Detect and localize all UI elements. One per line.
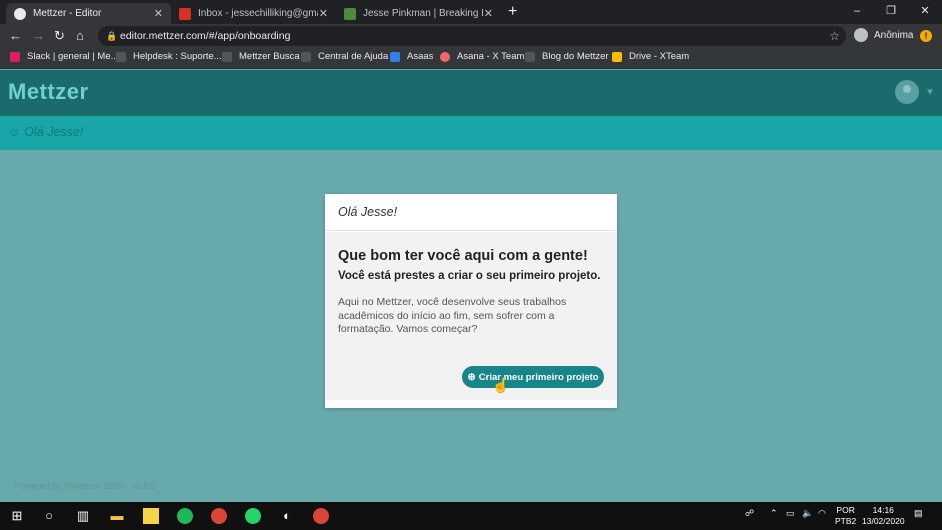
maximize-button[interactable]: ❐ [874,0,908,24]
bookmark-label: Blog do Mettzer [542,51,609,62]
onboarding-card: Olá Jesse! Que bom ter você aqui com a g… [325,194,617,408]
card-subtitle: Você está prestes a criar o seu primeiro… [338,270,601,282]
asaas-icon [390,51,400,62]
sticky-notes-icon[interactable] [143,508,159,524]
tab-title: Inbox - jessechilliking@gmail.com [198,8,318,19]
page-icon [116,51,126,62]
bookmark-label: Asaas [407,51,434,62]
card-description: Aqui no Mettzer, você desenvolve seus tr… [338,296,567,335]
close-window-button[interactable]: ✕ [908,0,942,24]
bookmark-label: Slack | general | Me... [27,51,119,62]
task-view-icon[interactable]: ▥ [75,508,91,524]
bookmark-label: Mettzer Busca [239,51,300,62]
bookmark-asaas[interactable]: Asaas [390,51,433,62]
page-icon [301,51,311,62]
profile-label: Anônima [874,29,914,41]
tab-breaking-bad-wiki[interactable]: Jesse Pinkman | Breaking Bad Wiki ✕ [336,3,501,24]
gmail-icon [179,7,191,20]
chrome-profile-icon[interactable] [211,508,227,524]
new-tab-button[interactable]: + [508,3,517,21]
card-body: Que bom ter você aqui com a gente! Você … [325,232,617,400]
close-tab-icon[interactable]: ✕ [154,7,163,20]
mettzer-logo[interactable]: Mettzer [8,79,89,105]
bookmark-blog[interactable]: Blog do Mettzer [525,51,609,62]
back-arrow-icon[interactable]: ← [9,28,22,44]
bookmark-helpdesk[interactable]: Helpdesk : Suporte... [116,51,222,62]
windows-start-icon[interactable]: ⊞ [9,508,25,524]
bookmarks-bar: Slack | general | Me... Helpdesk : Supor… [0,48,942,69]
system-clock[interactable]: 14:16 13/02/2020 [862,505,905,527]
slack-icon [10,51,20,62]
page-icon [222,51,232,62]
page-icon [525,51,535,62]
language-code: POR [836,505,855,515]
greeting-text: Olá Jesse! [24,125,84,139]
hand-cursor-icon: ☝ [492,377,510,393]
tab-title: Jesse Pinkman | Breaking Bad Wiki [363,8,483,19]
bookmark-mettzer-busca[interactable]: Mettzer Busca [222,51,300,62]
bookmark-central-ajuda[interactable]: Central de Ajuda [301,51,388,62]
bookmark-label: Asana - X Team [457,51,525,62]
profile-button[interactable]: Anônima [854,28,913,42]
chevron-down-icon[interactable]: ▼ [925,87,935,98]
app-icon[interactable]: ◐ [279,508,295,524]
incognito-icon [854,28,868,42]
home-icon[interactable]: ⌂ [76,28,84,44]
forward-arrow-icon[interactable]: → [32,28,45,44]
wiki-icon [344,7,356,20]
greeting-bar: ☺ Olá Jesse! [0,116,942,150]
chrome-icon[interactable] [313,508,329,524]
spotify-icon[interactable] [177,508,193,524]
address-bar[interactable]: 🔒 editor.mettzer.com/#/app/onboarding ☆ [98,26,846,46]
card-header: Olá Jesse! [325,194,617,231]
whatsapp-icon[interactable] [245,508,261,524]
url-text: editor.mettzer.com/#/app/onboarding [120,30,291,42]
globe-icon [14,7,26,20]
tab-inbox[interactable]: Inbox - jessechilliking@gmail.com ✕ [171,3,336,24]
battery-icon[interactable]: ▭ [786,508,795,519]
update-alert-icon[interactable]: ! [920,30,932,42]
app-header: Mettzer [0,70,942,116]
bookmark-star-icon[interactable]: ☆ [829,26,840,46]
chevron-up-icon[interactable]: ⌃ [770,508,778,519]
reload-icon[interactable]: ↻ [54,28,65,44]
user-avatar[interactable] [895,80,919,104]
notifications-icon[interactable]: ▤ [914,508,923,519]
bookmark-label: Helpdesk : Suporte... [133,51,222,62]
keyboard-layout: PTB2 [835,516,857,526]
wifi-icon[interactable]: ◠ [818,508,826,519]
drive-icon [612,51,622,62]
browser-tab-strip: Mettzer - Editor ✕ Inbox - jessechilliki… [0,0,942,24]
bookmark-asana[interactable]: Asana - X Team [440,51,524,62]
asana-icon [440,51,450,62]
clock-time: 14:16 [872,505,894,515]
clock-date: 13/02/2020 [862,516,905,526]
footer-text: Powered by ©Mettzer 2019 - v3.8.5 [14,481,156,491]
tab-mettzer-editor[interactable]: Mettzer - Editor ✕ [6,3,171,24]
bookmark-drive[interactable]: Drive - XTeam [612,51,689,62]
minimize-button[interactable]: – [840,0,874,24]
volume-icon[interactable]: 🔈 [802,508,813,519]
create-first-project-button[interactable]: ⊕ Criar meu primeiro projeto [462,366,604,388]
bookmark-label: Central de Ajuda [318,51,389,62]
bookmark-slack[interactable]: Slack | general | Me... [10,51,119,62]
tab-title: Mettzer - Editor [33,8,102,19]
close-tab-icon[interactable]: ✕ [319,7,328,20]
plus-circle-icon: ⊕ [467,371,476,383]
bookmark-label: Drive - XTeam [629,51,690,62]
input-language[interactable]: POR PTB2 [835,505,856,527]
smile-icon: ☺ [8,125,21,139]
browser-toolbar: ← → ↻ ⌂ 🔒 editor.mettzer.com/#/app/onboa… [0,24,942,48]
file-explorer-icon[interactable]: ▬ [109,508,125,524]
windows-taskbar: ⊞ ○ ▥ ▬ ◐ ☍ ⌃ ▭ 🔈 ◠ POR PTB2 14:16 13/02… [0,502,942,530]
close-tab-icon[interactable]: ✕ [484,7,493,20]
card-title: Que bom ter você aqui com a gente! [338,248,588,264]
search-icon[interactable]: ○ [41,508,57,524]
lock-icon: 🔒 [106,31,118,41]
people-icon[interactable]: ☍ [745,508,754,519]
